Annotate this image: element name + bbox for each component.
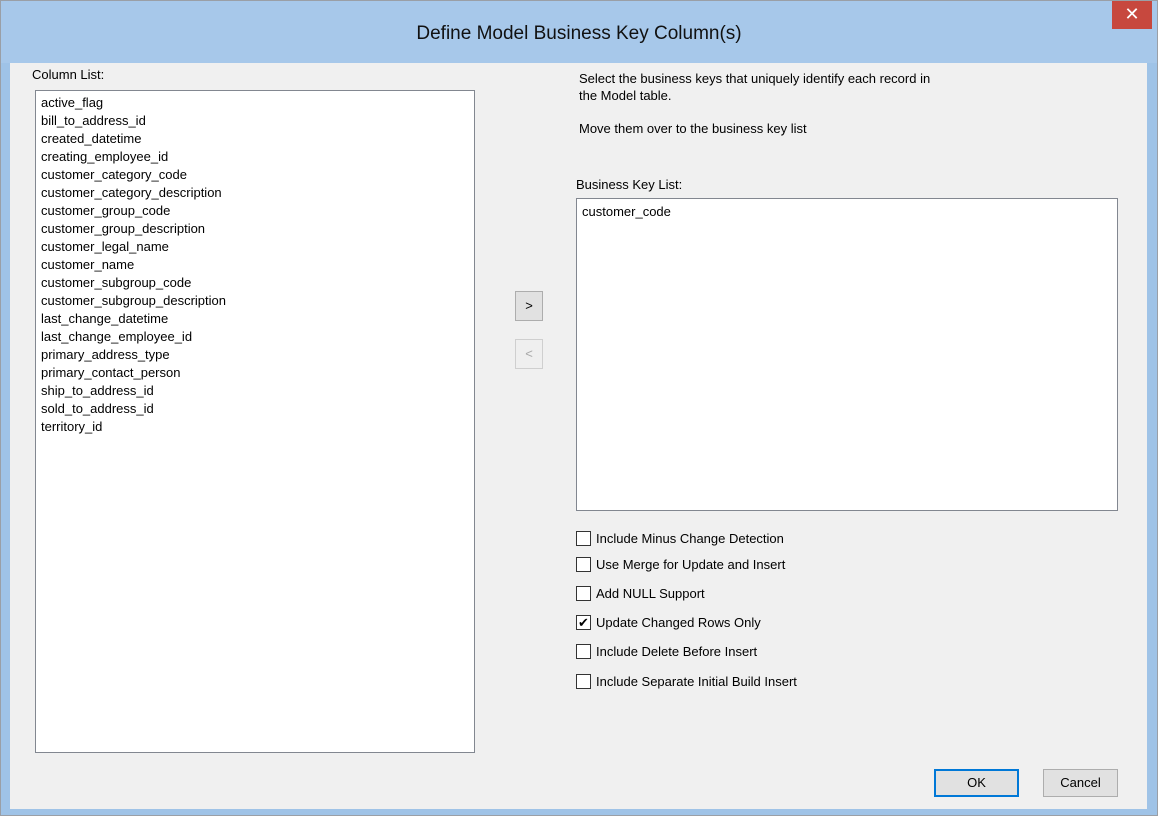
option-null-support[interactable]: Add NULL Support	[576, 583, 705, 603]
checkbox[interactable]	[576, 673, 591, 689]
checkmark-icon: ✔	[578, 614, 589, 630]
list-item[interactable]: customer_group_code	[36, 202, 474, 220]
list-item[interactable]: creating_employee_id	[36, 148, 474, 166]
column-list[interactable]: active_flag bill_to_address_id created_d…	[35, 90, 475, 753]
checkbox[interactable]	[576, 643, 591, 659]
instruction-line-1: Select the business keys that uniquely i…	[579, 71, 931, 86]
close-button[interactable]: ✕	[1112, 1, 1152, 29]
list-item[interactable]: created_datetime	[36, 130, 474, 148]
checkbox-label: Add NULL Support	[596, 585, 705, 601]
list-item[interactable]: customer_name	[36, 256, 474, 274]
option-minus-change-detection[interactable]: Include Minus Change Detection	[576, 528, 784, 548]
list-item[interactable]: last_change_datetime	[36, 310, 474, 328]
checkbox[interactable]	[576, 530, 591, 546]
list-item[interactable]: territory_id	[36, 418, 474, 436]
checkbox-label: Include Delete Before Insert	[596, 643, 758, 659]
checkbox[interactable]	[576, 556, 591, 572]
checkbox-label: Use Merge for Update and Insert	[596, 556, 786, 572]
option-initial-build-insert[interactable]: Include Separate Initial Build Insert	[576, 671, 797, 691]
dialog-title: Define Model Business Key Column(s)	[416, 23, 742, 44]
business-key-list-label: Business Key List:	[576, 177, 683, 192]
checkbox-label: Update Changed Rows Only	[596, 614, 761, 630]
list-item[interactable]: active_flag	[36, 94, 474, 112]
instruction-line-2: the Model table.	[579, 88, 672, 103]
list-item[interactable]: customer_legal_name	[36, 238, 474, 256]
instruction-line-3: Move them over to the business key list	[579, 121, 807, 136]
list-item[interactable]: customer_category_description	[36, 184, 474, 202]
add-key-button[interactable]: >	[515, 291, 543, 321]
ok-button[interactable]: OK	[934, 769, 1019, 797]
business-key-list[interactable]: customer_code	[576, 198, 1118, 511]
list-item[interactable]: sold_to_address_id	[36, 400, 474, 418]
list-item[interactable]: ship_to_address_id	[36, 382, 474, 400]
checkbox-label: Include Separate Initial Build Insert	[596, 673, 797, 689]
close-icon: ✕	[1124, 4, 1140, 24]
column-list-label: Column List:	[32, 67, 105, 82]
list-item[interactable]: primary_address_type	[36, 346, 474, 364]
list-item[interactable]: customer_group_description	[36, 220, 474, 238]
list-item[interactable]: bill_to_address_id	[36, 112, 474, 130]
title-bar[interactable]: Define Model Business Key Column(s) ✕	[1, 1, 1157, 63]
list-item[interactable]: customer_subgroup_description	[36, 292, 474, 310]
dialog-body: Column List: active_flag bill_to_address…	[10, 63, 1147, 809]
checkbox-label: Include Minus Change Detection	[596, 530, 784, 546]
dialog-window: Define Model Business Key Column(s) ✕ Co…	[0, 0, 1158, 816]
checkbox[interactable]: ✔	[576, 614, 591, 630]
list-item[interactable]: last_change_employee_id	[36, 328, 474, 346]
option-merge-update-insert[interactable]: Use Merge for Update and Insert	[576, 554, 785, 574]
checkbox[interactable]	[576, 585, 591, 601]
list-item[interactable]: primary_contact_person	[36, 364, 474, 382]
option-delete-before-insert[interactable]: Include Delete Before Insert	[576, 641, 757, 661]
list-item[interactable]: customer_code	[577, 203, 1117, 221]
cancel-button[interactable]: Cancel	[1043, 769, 1118, 797]
list-item[interactable]: customer_subgroup_code	[36, 274, 474, 292]
list-item[interactable]: customer_category_code	[36, 166, 474, 184]
option-update-changed-rows[interactable]: ✔ Update Changed Rows Only	[576, 612, 761, 632]
remove-key-button[interactable]: <	[515, 339, 543, 369]
